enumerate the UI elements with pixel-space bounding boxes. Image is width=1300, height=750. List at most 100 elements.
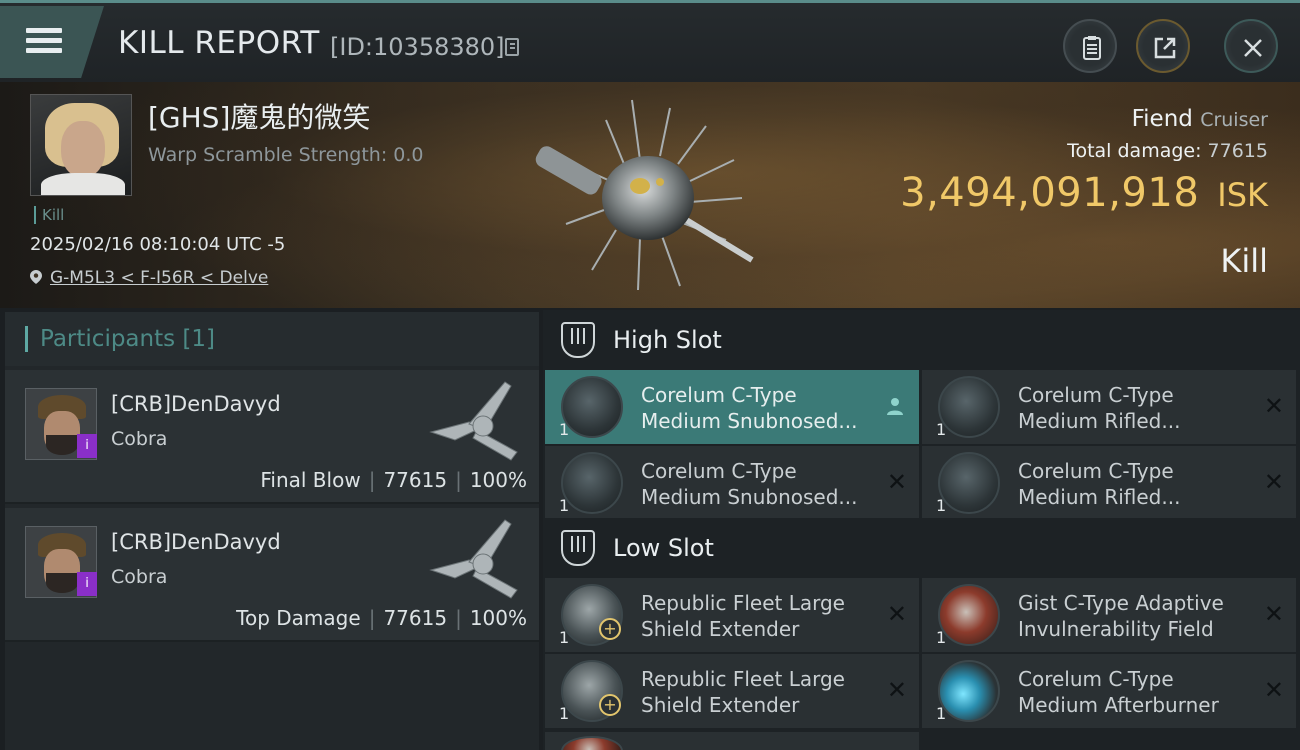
turret-icon	[938, 452, 1000, 514]
module-name-line2: Medium Rifled...	[1018, 409, 1181, 433]
victim-portrait[interactable]	[30, 94, 132, 196]
hamburger-icon-bar	[26, 38, 62, 43]
participant-damage: 77615	[383, 606, 448, 630]
module-name-line1: Corelum C-Type	[641, 459, 797, 483]
module-name-line1: Corelum C-Type	[1018, 459, 1174, 483]
destroyed-icon: ✕	[1263, 392, 1284, 420]
low-slot-label: Low Slot	[613, 534, 714, 562]
participant-percent: 100%	[469, 606, 527, 630]
page-title: KILL REPORT	[118, 25, 320, 61]
kill-tag: Kill	[34, 206, 64, 224]
module-name: Corelum C-Type Medium Snubnosed...	[641, 382, 881, 434]
participant-role: Top Damage	[236, 606, 361, 630]
participant-ship: Cobra	[111, 428, 168, 450]
destroyed-icon: ✕	[1263, 676, 1284, 704]
participant-stats: Final Blow | 77615 | 100%	[260, 468, 527, 492]
participant-role: Final Blow	[260, 468, 361, 492]
turret-icon	[938, 376, 1000, 438]
kill-location[interactable]: G-M5L3 < F-I56R < Delve	[30, 268, 268, 288]
destroyed-icon: ✕	[1263, 600, 1284, 628]
avatar-beard	[46, 435, 78, 455]
participants-header: Participants [1]	[5, 312, 539, 366]
share-button[interactable]	[1136, 19, 1190, 73]
clipboard-button[interactable]	[1063, 19, 1117, 73]
module-item[interactable]: 1 Corelum C-Type Medium Rifled... ✕	[922, 370, 1296, 444]
total-damage-value: 77615	[1207, 140, 1268, 162]
module-name: Republic Fleet Large Shield Extender	[641, 590, 881, 642]
kill-result: Kill	[1220, 242, 1268, 280]
info-badge-icon: i	[77, 572, 97, 596]
hamburger-icon	[26, 28, 62, 33]
module-name-line1: Corelum C-Type	[1018, 667, 1174, 691]
module-item[interactable]: + 1 Republic Fleet Large Shield Extender …	[545, 654, 919, 728]
location-path[interactable]: G-M5L3 < F-I56R < Delve	[50, 268, 268, 288]
module-item-partial[interactable]	[545, 732, 919, 750]
stat-separator: |	[455, 606, 462, 630]
module-name-line1: Republic Fleet Large	[641, 667, 845, 691]
ship-class: Cruiser	[1200, 109, 1268, 131]
isk-value: 3,494,091,918 ISK	[900, 170, 1268, 216]
clipboard-icon	[1083, 36, 1101, 60]
module-name: Corelum C-Type Medium Rifled...	[1018, 458, 1258, 510]
module-quantity: 1	[936, 420, 947, 439]
afterburner-icon	[938, 660, 1000, 722]
module-item[interactable]: 1 Gist C-Type Adaptive Invulnerability Fi…	[922, 578, 1296, 652]
module-quantity: 1	[936, 628, 947, 647]
victim-ship[interactable]: Fiend Cruiser	[1132, 106, 1268, 132]
invulnerability-field-icon	[938, 584, 1000, 646]
module-name-line1: Corelum C-Type	[641, 383, 797, 407]
warp-scramble-strength: Warp Scramble Strength: 0.0	[148, 144, 424, 166]
module-item[interactable]: 1 Corelum C-Type Medium Snubnosed... ✕	[545, 446, 919, 520]
module-name-line2: Invulnerability Field	[1018, 617, 1214, 641]
invulnerability-field-icon	[561, 736, 623, 750]
module-item[interactable]: 1 Corelum C-Type Medium Snubnosed...	[545, 370, 919, 444]
module-item[interactable]: 1 Corelum C-Type Medium Afterburner ✕	[922, 654, 1296, 728]
low-slot-icon	[561, 530, 595, 566]
high-slot-label: High Slot	[613, 326, 722, 354]
close-button[interactable]	[1224, 19, 1278, 73]
participant-stats: Top Damage | 77615 | 100%	[236, 606, 527, 630]
module-name: Gist C-Type Adaptive Invulnerability Fiel…	[1018, 590, 1258, 642]
total-damage: Total damage: 77615	[1067, 140, 1268, 162]
module-item[interactable]: 1 Corelum C-Type Medium Rifled... ✕	[922, 446, 1296, 520]
cobra-ship-icon	[429, 519, 518, 599]
stat-separator: |	[455, 468, 462, 492]
share-icon	[1154, 37, 1176, 59]
module-item[interactable]: + 1 Republic Fleet Large Shield Extender …	[545, 578, 919, 652]
hamburger-icon-bar	[26, 48, 62, 53]
module-name: Republic Fleet Large Shield Extender	[641, 666, 881, 718]
participant-row[interactable]: i [CRB]DenDavyd Cobra Final Blow | 77615 | 1…	[5, 370, 539, 504]
participant-row[interactable]: i [CRB]DenDavyd Cobra Top Damage | 77615 | 1…	[5, 508, 539, 642]
plus-badge-icon: +	[599, 618, 621, 640]
module-name-line1: Gist C-Type Adaptive	[1018, 591, 1224, 615]
high-slot-header: High Slot	[543, 310, 1300, 368]
person-icon	[887, 398, 903, 415]
isk-unit: ISK	[1217, 176, 1268, 214]
low-slot-header: Low Slot	[543, 518, 1300, 576]
high-slot-icon	[561, 322, 595, 358]
copy-icon[interactable]	[505, 38, 519, 56]
kill-datetime: 2025/02/16 08:10:04 UTC -5	[30, 234, 286, 255]
turret-icon	[561, 452, 623, 514]
module-quantity: 1	[559, 420, 570, 439]
participants-title: Participants [1]	[25, 326, 215, 352]
module-quantity: 1	[559, 704, 570, 723]
cobra-ship-icon	[429, 381, 518, 461]
avatar-beard	[46, 573, 78, 593]
participant-name[interactable]: [CRB]DenDavyd	[111, 530, 281, 554]
module-quantity: 1	[936, 704, 947, 723]
portrait-coat	[41, 173, 125, 195]
total-damage-label: Total damage:	[1067, 140, 1202, 162]
victim-summary: [GHS]魔鬼的微笑 Warp Scramble Strength: 0.0 K…	[0, 82, 1300, 308]
participant-ship: Cobra	[111, 566, 168, 588]
header-bar: KILL REPORT [ID:10358380]	[0, 0, 1300, 82]
module-name-line2: Shield Extender	[641, 617, 800, 641]
victim-name[interactable]: [GHS]魔鬼的微笑	[148, 96, 370, 136]
participant-name[interactable]: [CRB]DenDavyd	[111, 392, 281, 416]
participants-panel: Participants [1] i [CRB]DenDavyd Cobra F…	[5, 312, 539, 750]
participant-damage: 77615	[383, 468, 448, 492]
info-badge-icon: i	[77, 434, 97, 458]
location-pin-icon	[30, 270, 42, 284]
module-quantity: 1	[559, 628, 570, 647]
menu-button[interactable]	[0, 6, 104, 78]
